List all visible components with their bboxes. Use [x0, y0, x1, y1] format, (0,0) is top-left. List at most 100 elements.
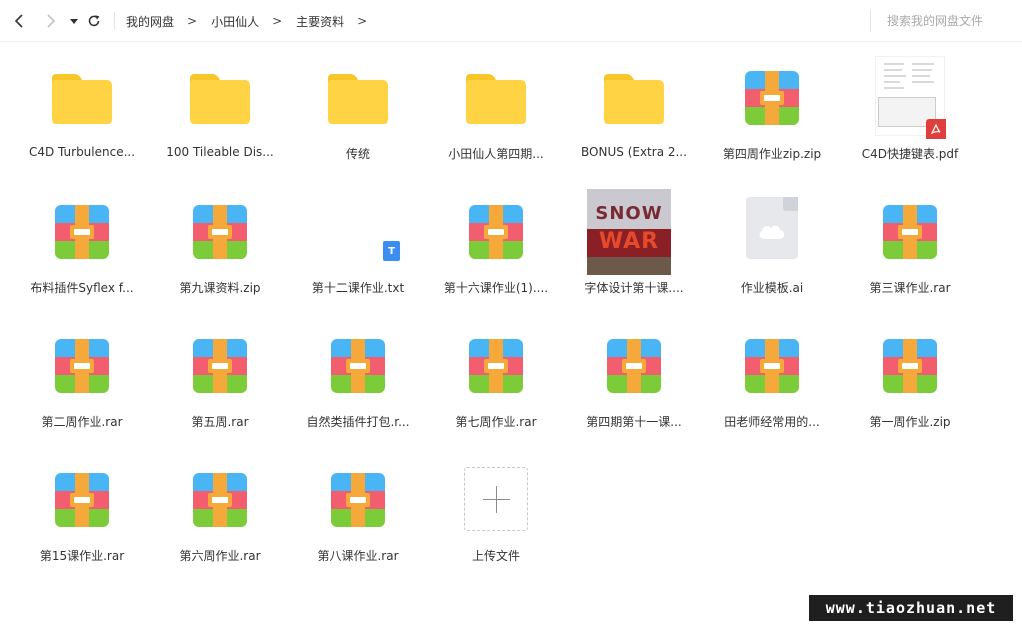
txt-file-icon: T — [326, 199, 400, 263]
file-item[interactable]: 第九课资料.zip — [151, 187, 289, 307]
file-name: 第一周作业.zip — [869, 415, 951, 429]
file-item[interactable]: 第二周作业.rar — [13, 321, 151, 441]
toolbar-divider — [114, 12, 115, 30]
watermark: www.tiaozhuan.net — [809, 595, 1013, 621]
file-item[interactable]: 田老师经常用的... — [703, 321, 841, 441]
file-name: 布料插件Syflex f... — [30, 281, 134, 295]
folder-icon — [326, 65, 390, 129]
archive-icon — [188, 467, 252, 531]
file-item[interactable]: 传统 — [289, 53, 427, 173]
thumbnail-text: WAR — [598, 229, 660, 254]
file-name: C4D Turbulence... — [28, 145, 136, 159]
file-name: 第五周.rar — [191, 415, 249, 429]
breadcrumb-item-main-materials[interactable]: 主要资料 — [296, 13, 344, 30]
file-name: 自然类插件打包.r... — [306, 415, 410, 429]
archive-icon — [740, 65, 804, 129]
folder-icon — [602, 65, 666, 129]
file-item[interactable]: C4D Turbulence... — [13, 53, 151, 173]
file-item[interactable]: 第七周作业.rar — [427, 321, 565, 441]
file-name: 第十六课作业(1).... — [443, 281, 549, 295]
breadcrumb: 我的网盘 > 小田仙人 > 主要资料 > — [126, 12, 381, 30]
chevron-right-icon — [47, 14, 56, 28]
file-item[interactable]: 布料插件Syflex f... — [13, 187, 151, 307]
archive-icon — [326, 333, 390, 397]
file-item[interactable]: C4D快捷键表.pdf — [841, 53, 979, 173]
file-name: 第十二课作业.txt — [311, 281, 405, 295]
file-item[interactable]: 第四周作业zip.zip — [703, 53, 841, 173]
file-name: 第四周作业zip.zip — [722, 147, 822, 161]
archive-icon — [464, 199, 528, 263]
file-item[interactable]: 100 Tileable Dis... — [151, 53, 289, 173]
file-name: 田老师经常用的... — [724, 415, 820, 429]
search-input[interactable] — [870, 10, 1022, 32]
file-name: 第15课作业.rar — [39, 549, 125, 563]
pdf-badge-icon — [926, 119, 946, 139]
forward-button[interactable] — [39, 10, 61, 32]
file-item[interactable]: 第三课作业.rar — [841, 187, 979, 307]
file-name: 第三课作业.rar — [869, 281, 951, 295]
ai-file-icon — [740, 197, 804, 263]
upload-label: 上传文件 — [471, 549, 520, 563]
file-name: 第六周作业.rar — [179, 549, 261, 563]
upload-tile[interactable]: 上传文件 — [427, 455, 565, 575]
file-item[interactable]: 自然类插件打包.r... — [289, 321, 427, 441]
breadcrumb-separator: > — [272, 14, 283, 28]
back-button[interactable] — [9, 10, 31, 32]
file-name: 第七周作业.rar — [455, 415, 537, 429]
archive-icon — [740, 333, 804, 397]
pdf-preview-icon — [875, 56, 946, 139]
archive-icon — [188, 199, 252, 263]
file-item[interactable]: T 第十二课作业.txt — [289, 187, 427, 307]
file-item[interactable]: 第六周作业.rar — [151, 455, 289, 575]
caret-down-icon — [70, 19, 78, 24]
archive-icon — [878, 199, 942, 263]
toolbar: 我的网盘 > 小田仙人 > 主要资料 > — [0, 0, 1022, 42]
file-item[interactable]: BONUS (Extra 2... — [565, 53, 703, 173]
file-name: 传统 — [345, 147, 370, 161]
plus-icon — [464, 467, 528, 531]
refresh-button[interactable] — [83, 10, 105, 32]
file-name: 字体设计第十课.... — [584, 281, 684, 295]
file-name: 作业模板.ai — [740, 281, 804, 295]
file-item[interactable]: 小田仙人第四期... — [427, 53, 565, 173]
folder-icon — [188, 65, 252, 129]
archive-icon — [326, 467, 390, 531]
file-item[interactable]: 第15课作业.rar — [13, 455, 151, 575]
file-item[interactable]: 作业模板.ai — [703, 187, 841, 307]
file-name: 第八课作业.rar — [317, 549, 399, 563]
txt-badge-icon: T — [383, 241, 400, 261]
file-item[interactable]: SNOW WAR 字体设计第十课.... — [565, 187, 703, 307]
file-name: 100 Tileable Dis... — [166, 145, 274, 159]
refresh-icon — [88, 15, 100, 27]
file-name: 第九课资料.zip — [179, 281, 261, 295]
file-name: 小田仙人第四期... — [448, 147, 544, 161]
file-item[interactable]: 第一周作业.zip — [841, 321, 979, 441]
file-item[interactable]: 第五周.rar — [151, 321, 289, 441]
history-dropdown-button[interactable] — [63, 10, 85, 32]
breadcrumb-separator: > — [357, 14, 368, 28]
archive-icon — [50, 199, 114, 263]
archive-icon — [602, 333, 666, 397]
image-thumbnail: SNOW WAR — [587, 189, 671, 275]
file-item[interactable]: 第八课作业.rar — [289, 455, 427, 575]
file-name: 第二周作业.rar — [41, 415, 123, 429]
file-item[interactable]: 第四期第十一课... — [565, 321, 703, 441]
archive-icon — [878, 333, 942, 397]
file-name: C4D快捷键表.pdf — [861, 147, 959, 161]
archive-icon — [50, 467, 114, 531]
archive-icon — [50, 333, 114, 397]
upload-button[interactable] — [464, 467, 528, 531]
archive-icon — [464, 333, 528, 397]
archive-icon — [188, 333, 252, 397]
cloud-icon — [759, 225, 785, 239]
breadcrumb-item-xiaotian[interactable]: 小田仙人 — [211, 13, 259, 30]
file-item[interactable]: 第十六课作业(1).... — [427, 187, 565, 307]
file-name: 第四期第十一课... — [586, 415, 682, 429]
folder-icon — [464, 65, 528, 129]
breadcrumb-item-my-disk[interactable]: 我的网盘 — [126, 13, 174, 30]
file-name: BONUS (Extra 2... — [581, 145, 687, 159]
chevron-left-icon — [14, 14, 23, 28]
thumbnail-text: SNOW — [595, 203, 663, 224]
folder-icon — [50, 65, 114, 129]
breadcrumb-separator: > — [187, 14, 198, 28]
